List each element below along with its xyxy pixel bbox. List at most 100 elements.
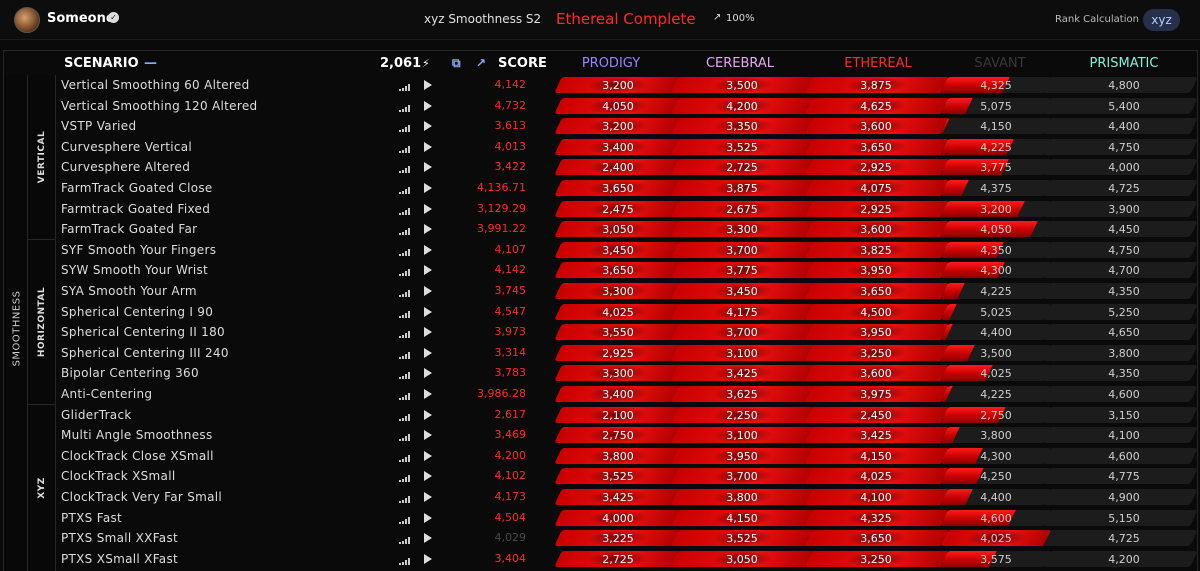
bar-highlight [584, 97, 652, 114]
bar-highlight [709, 365, 777, 382]
scenario-name[interactable]: PTXS XSmall XFast [61, 552, 178, 566]
play-icon[interactable] [424, 265, 432, 276]
username[interactable]: Someone [47, 11, 115, 26]
play-icon[interactable] [424, 368, 432, 379]
play-icon[interactable] [424, 141, 432, 152]
table-row[interactable]: VSTP Varied 3,613 3,200 3,350 3,600 4,150 4,40… [56, 116, 1198, 137]
scenario-name[interactable]: GliderTrack [61, 408, 132, 422]
bar-highlight [843, 427, 911, 444]
play-icon[interactable] [424, 203, 432, 214]
scenario-name[interactable]: Anti-Centering [61, 387, 152, 401]
table-row[interactable]: PTXS Small XXFast 4,029 3,225 3,525 3,650 4,0… [56, 528, 1198, 549]
play-icon[interactable] [424, 553, 432, 564]
rank-bar-prismatic [1042, 283, 1198, 299]
table-row[interactable]: Curvesphere Vertical 4,013 3,400 3,525 3,650… [56, 137, 1198, 158]
scenario-name[interactable]: ClockTrack Close XSmall [61, 449, 214, 463]
table-row[interactable]: Curvesphere Altered 3,422 2,400 2,725 2,925 3… [56, 157, 1198, 178]
scenario-name[interactable]: SYA Smooth Your Arm [61, 284, 197, 298]
play-icon[interactable] [424, 450, 432, 461]
table-row[interactable]: Vertical Smoothing 120 Altered 4,732 4,050… [56, 96, 1198, 117]
scenario-name[interactable]: ClockTrack Very Far Small [61, 490, 222, 504]
scenario-name[interactable]: Vertical Smoothing 60 Altered [61, 78, 250, 92]
table-row[interactable]: Anti-Centering 3,986.28 3,400 3,625 3,975 4,2… [56, 384, 1198, 405]
scenario-name[interactable]: Bipolar Centering 360 [61, 366, 199, 380]
play-icon[interactable] [424, 306, 432, 317]
rank-bar-ethereal [804, 138, 950, 155]
scenario-name[interactable]: Spherical Centering III 240 [61, 346, 229, 360]
export-icon[interactable]: ↗ [476, 56, 486, 70]
play-icon[interactable] [424, 286, 432, 296]
play-icon[interactable] [424, 409, 432, 420]
rank-bar-cerebral [670, 386, 816, 402]
table-row[interactable]: Spherical Centering I 90 4,547 4,025 4,175 4… [56, 302, 1198, 323]
table-row[interactable]: SYF Smooth Your Fingers 4,107 3,450 3,700 3,… [56, 240, 1198, 261]
table-row[interactable]: PTXS XSmall XFast 3,404 2,725 3,050 3,250 3,5… [56, 549, 1198, 570]
scenario-name[interactable]: SYF Smooth Your Fingers [61, 243, 216, 257]
scenario-name[interactable]: Spherical Centering I 90 [61, 305, 213, 319]
scenario-name[interactable]: PTXS Small XXFast [61, 531, 178, 545]
scenario-name[interactable]: SYW Smooth Your Wrist [61, 263, 208, 277]
play-icon[interactable] [424, 162, 432, 173]
signal-icon [399, 207, 411, 215]
rank-bar-prodigy [554, 118, 682, 135]
collapse-button[interactable]: — [144, 56, 157, 71]
signal-icon [399, 496, 411, 503]
play-icon[interactable] [424, 389, 432, 399]
rank-bar-fill [940, 159, 1009, 176]
rank-bar-prodigy [554, 468, 682, 485]
rank-bar-cerebral [670, 180, 816, 196]
play-icon[interactable] [424, 244, 432, 255]
scenario-name[interactable]: Curvesphere Altered [61, 160, 190, 174]
table-row[interactable]: ClockTrack XSmall 4,102 3,525 3,700 4,025 4,2… [56, 466, 1198, 487]
table-row[interactable]: Bipolar Centering 360 3,783 3,300 3,425 3,60… [56, 363, 1198, 384]
table-row[interactable]: Multi Angle Smoothness 3,469 2,750 3,100 3,4… [56, 425, 1198, 446]
scenario-name[interactable]: PTXS Fast [61, 511, 122, 525]
play-icon[interactable] [424, 80, 432, 90]
table-row[interactable]: Farmtrack Goated Fixed 3,129.29 2,475 2,675… [56, 199, 1198, 220]
copy-icon[interactable]: ⧉ [452, 56, 461, 71]
play-icon[interactable] [424, 512, 432, 523]
play-icon[interactable] [424, 327, 432, 338]
score-header[interactable]: SCORE [498, 56, 547, 71]
rank-bar-prismatic [1042, 159, 1198, 176]
table-row[interactable]: SYW Smooth Your Wrist 4,142 3,650 3,775 3,95… [56, 260, 1198, 281]
table-row[interactable]: GliderTrack 2,617 2,100 2,250 2,450 2,750 3,15… [56, 405, 1198, 426]
scenario-name[interactable]: Multi Angle Smoothness [61, 428, 213, 442]
rank-bar-cerebral [670, 97, 816, 114]
scenario-name[interactable]: VSTP Varied [61, 119, 136, 133]
bar-highlight [584, 200, 652, 217]
rank-calculation-toggle[interactable]: xyz [1143, 9, 1180, 31]
table-row[interactable]: FarmTrack Goated Close 4,136.71 3,650 3,875… [56, 178, 1198, 199]
scenario-header[interactable]: SCENARIO [64, 56, 139, 71]
play-icon[interactable] [424, 430, 432, 441]
table-row[interactable]: Vertical Smoothing 60 Altered 4,142 3,200 3… [56, 75, 1198, 96]
play-icon[interactable] [424, 492, 432, 502]
scenario-name[interactable]: Vertical Smoothing 120 Altered [61, 99, 257, 113]
benchmark-table: SCENARIO — 2,061 ⚡︎ ⧉ ↗ SCORE PRODIGY CE… [3, 50, 1198, 571]
rank-bar-ethereal [804, 386, 950, 402]
table-row[interactable]: Spherical Centering II 180 3,973 3,550 3,70… [56, 322, 1198, 343]
scenario-name[interactable]: FarmTrack Goated Far [61, 222, 197, 236]
rank-bar-cerebral [670, 344, 816, 361]
play-icon[interactable] [424, 471, 432, 482]
play-icon[interactable] [424, 100, 432, 111]
rank-bar-prodigy [554, 530, 682, 547]
scenario-name[interactable]: ClockTrack XSmall [61, 469, 175, 483]
play-icon[interactable] [424, 533, 432, 544]
scenario-name[interactable]: FarmTrack Goated Close [61, 181, 213, 195]
play-icon[interactable] [424, 224, 432, 235]
table-row[interactable]: PTXS Fast 4,504 4,000 4,150 4,325 4,600 5,150 [56, 508, 1198, 529]
play-icon[interactable] [424, 121, 432, 132]
play-icon[interactable] [424, 347, 432, 358]
scenario-name[interactable]: Farmtrack Goated Fixed [61, 202, 210, 216]
table-row[interactable]: SYA Smooth Your Arm 3,745 3,300 3,450 3,650 4… [56, 281, 1198, 302]
table-row[interactable]: FarmTrack Goated Far 3,991.22 3,050 3,300 3,… [56, 219, 1198, 240]
scenario-name[interactable]: Spherical Centering II 180 [61, 325, 225, 339]
scenario-name[interactable]: Curvesphere Vertical [61, 140, 192, 154]
table-row[interactable]: ClockTrack Very Far Small 4,173 3,425 3,800… [56, 487, 1198, 508]
avatar[interactable] [14, 7, 40, 33]
scenario-score: 4,102 [494, 469, 527, 483]
table-row[interactable]: ClockTrack Close XSmall 4,200 3,800 3,950 4,… [56, 446, 1198, 467]
table-row[interactable]: Spherical Centering III 240 3,314 2,925 3,1… [56, 343, 1198, 364]
play-icon[interactable] [424, 183, 432, 193]
